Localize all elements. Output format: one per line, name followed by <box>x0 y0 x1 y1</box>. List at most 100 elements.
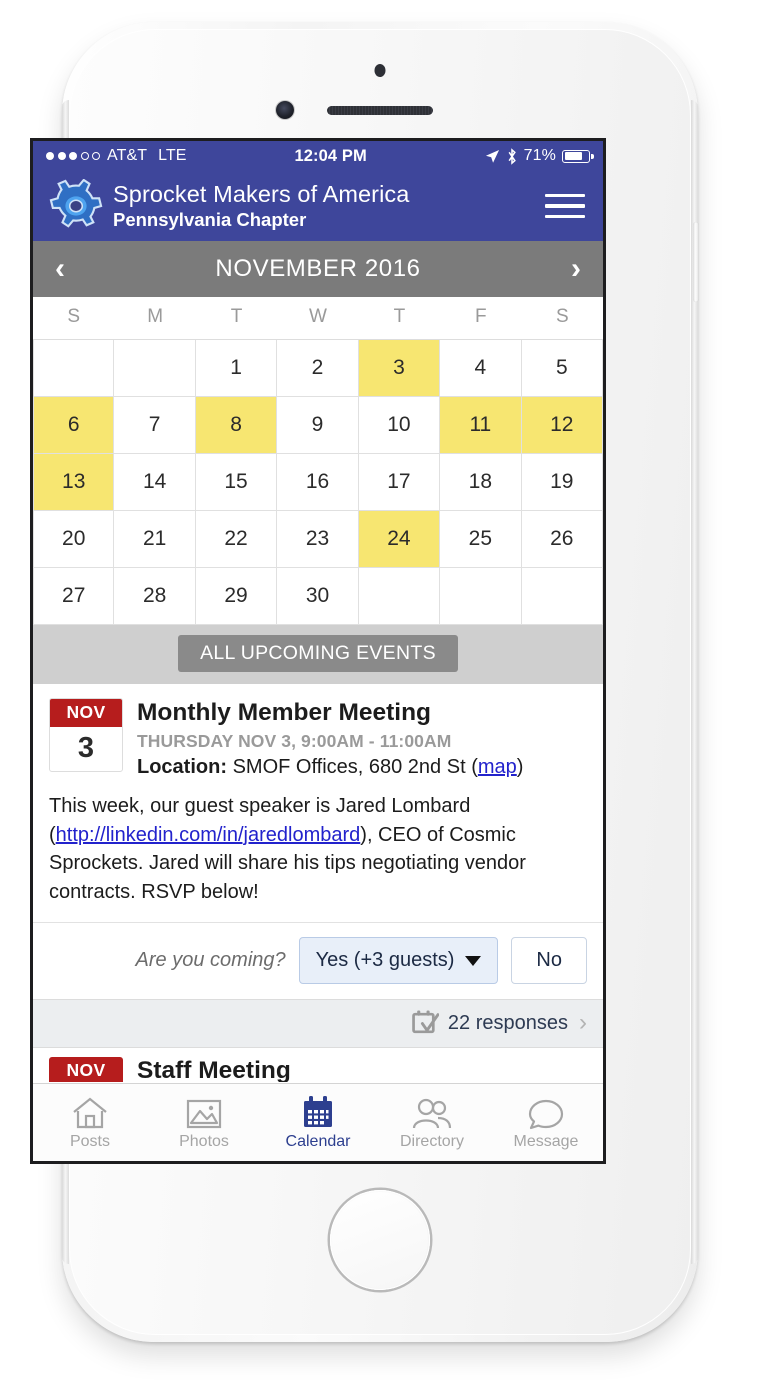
rsvp-row: Are you coming? Yes (+3 guests) No <box>33 922 603 999</box>
calendar-day-1[interactable]: 1 <box>195 340 278 397</box>
calendar-day-5[interactable]: 5 <box>521 340 603 397</box>
all-upcoming-events-button[interactable]: ALL UPCOMING EVENTS <box>178 635 458 672</box>
calendar-day-10[interactable]: 10 <box>358 397 441 454</box>
tab-posts[interactable]: Posts <box>33 1084 147 1161</box>
event-datetime: THURSDAY NOV 3, 9:00AM - 11:00AM <box>137 731 452 752</box>
event-date-badge: NOV 3 <box>49 698 123 772</box>
calendar-day-14[interactable]: 14 <box>114 454 196 511</box>
status-bar: AT&T LTE 12:04 PM 71% <box>33 141 603 171</box>
rsvp-yes-button[interactable]: Yes (+3 guests) <box>298 937 499 984</box>
upcoming-events-bar: ALL UPCOMING EVENTS <box>33 625 603 684</box>
calendar-day-13[interactable]: 13 <box>33 454 115 511</box>
tab-message[interactable]: Message <box>489 1084 603 1161</box>
calendar-day-empty <box>358 568 441 625</box>
day-of-week-header: SMTWTFS <box>33 297 603 339</box>
calendar-week-row: 27 28 29 30 <box>33 568 603 625</box>
prev-month-button[interactable]: ‹ <box>55 254 65 284</box>
calendar-day-11[interactable]: 11 <box>440 397 522 454</box>
day-of-week-6: S <box>555 306 569 327</box>
responses-count-label: 22 responses <box>447 1011 568 1034</box>
event-location-value: SMOF Offices, 680 2nd St <box>232 756 466 779</box>
map-link[interactable]: map <box>478 756 517 778</box>
calendar-day-25[interactable]: 25 <box>440 511 522 568</box>
calendar-day-3[interactable]: 3 <box>358 340 441 397</box>
speaker-profile-link[interactable]: http://linkedin.com/in/jaredlombard <box>56 824 361 846</box>
event-location-label: Location: <box>137 756 227 779</box>
calendar-week-row: 12345 <box>33 340 603 397</box>
signal-strength-icon <box>46 152 100 160</box>
calendar-day-28[interactable]: 28 <box>114 568 196 625</box>
calendar-day-17[interactable]: 17 <box>358 454 441 511</box>
day-of-week-5: F <box>475 306 487 327</box>
tab-label-photos: Photos <box>179 1133 229 1150</box>
people-icon <box>412 1094 452 1130</box>
org-subtitle: Pennsylvania Chapter <box>113 208 307 230</box>
org-title: Sprocket Makers of America <box>113 181 410 208</box>
calendar-day-8[interactable]: 8 <box>195 397 278 454</box>
calendar-day-15[interactable]: 15 <box>195 454 278 511</box>
chevron-right-icon: › <box>579 1009 587 1036</box>
calendar-day-7[interactable]: 7 <box>114 397 196 454</box>
chevron-down-icon <box>465 955 482 966</box>
calendar-day-22[interactable]: 22 <box>195 511 278 568</box>
battery-icon <box>562 149 594 163</box>
calendar-day-6[interactable]: 6 <box>33 397 115 454</box>
next-month-button[interactable]: › <box>571 254 581 284</box>
header-titles: Sprocket Makers of America Pennsylvania … <box>111 181 545 230</box>
calendar-day-23[interactable]: 23 <box>277 511 359 568</box>
earpiece-speaker <box>327 106 433 115</box>
calendar-week-row: 6 7 8 9 10 11 12 <box>33 397 603 454</box>
calendar-day-empty <box>521 568 603 625</box>
screenshot-stage: AT&T LTE 12:04 PM 71% Sprocket Makers of… <box>0 0 760 1386</box>
tab-calendar[interactable]: Calendar <box>261 1084 375 1161</box>
rsvp-question: Are you coming? <box>135 949 286 971</box>
calendar-week-row: 20 21 22 23 24 25 26 <box>33 511 603 568</box>
rsvp-no-button[interactable]: No <box>511 937 587 984</box>
battery-percent-label: 71% <box>523 147 556 164</box>
calendar-icon <box>300 1094 336 1130</box>
calendar-day-2[interactable]: 2 <box>277 340 359 397</box>
hamburger-menu-icon[interactable] <box>545 193 589 219</box>
day-of-week-1: M <box>147 306 164 327</box>
photo-icon <box>186 1094 222 1130</box>
chat-bubble-icon <box>528 1094 564 1130</box>
calendar-day-4[interactable]: 4 <box>440 340 522 397</box>
status-bar-right: 71% <box>485 147 594 165</box>
status-bar-left: AT&T LTE <box>46 147 187 165</box>
next-event-title: Staff Meeting <box>137 1057 291 1082</box>
calendar-day-12[interactable]: 12 <box>521 397 603 454</box>
calendar-day-26[interactable]: 26 <box>521 511 603 568</box>
day-of-week-0: S <box>67 306 81 327</box>
tab-label-directory: Directory <box>399 1133 464 1150</box>
calendar-day-9[interactable]: 9 <box>277 397 359 454</box>
event-badge-day: 3 <box>77 732 95 764</box>
next-event-preview[interactable]: NOV Staff Meeting <box>33 1048 603 1082</box>
responses-row[interactable]: 22 responses › <box>33 999 603 1048</box>
month-navigation: ‹ NOVEMBER 2016 › <box>33 241 603 297</box>
power-button[interactable] <box>693 222 699 302</box>
tab-photos[interactable]: Photos <box>147 1084 261 1161</box>
proximity-sensor-icon <box>374 64 386 77</box>
calendar-day-18[interactable]: 18 <box>440 454 522 511</box>
calendar-day-27[interactable]: 27 <box>33 568 115 625</box>
front-camera-icon <box>276 101 294 119</box>
event-location: Location: SMOF Offices, 680 2nd St (map) <box>137 756 524 779</box>
calendar-day-19[interactable]: 19 <box>521 454 603 511</box>
calendar-day-24[interactable]: 24 <box>358 511 441 568</box>
tab-directory[interactable]: Directory <box>375 1084 489 1161</box>
current-month-label: NOVEMBER 2016 <box>215 255 421 282</box>
tab-label-posts: Posts <box>69 1133 110 1150</box>
event-title[interactable]: Monthly Member Meeting <box>137 699 587 726</box>
calendar-day-empty <box>440 568 522 625</box>
event-description: This week, our guest speaker is Jared Lo… <box>49 792 587 922</box>
calendar-day-21[interactable]: 21 <box>114 511 196 568</box>
calendar-day-29[interactable]: 29 <box>195 568 278 625</box>
calendar-day-30[interactable]: 30 <box>277 568 359 625</box>
home-button[interactable] <box>330 1190 430 1290</box>
calendar-day-20[interactable]: 20 <box>33 511 115 568</box>
event-card: NOV 3 Monthly Member Meeting THURSDAY NO… <box>33 684 603 1048</box>
calendar-day-16[interactable]: 16 <box>277 454 359 511</box>
tab-label-calendar: Calendar <box>285 1133 351 1150</box>
day-of-week-3: W <box>309 306 327 327</box>
event-header-row: NOV 3 Monthly Member Meeting THURSDAY NO… <box>49 698 587 779</box>
